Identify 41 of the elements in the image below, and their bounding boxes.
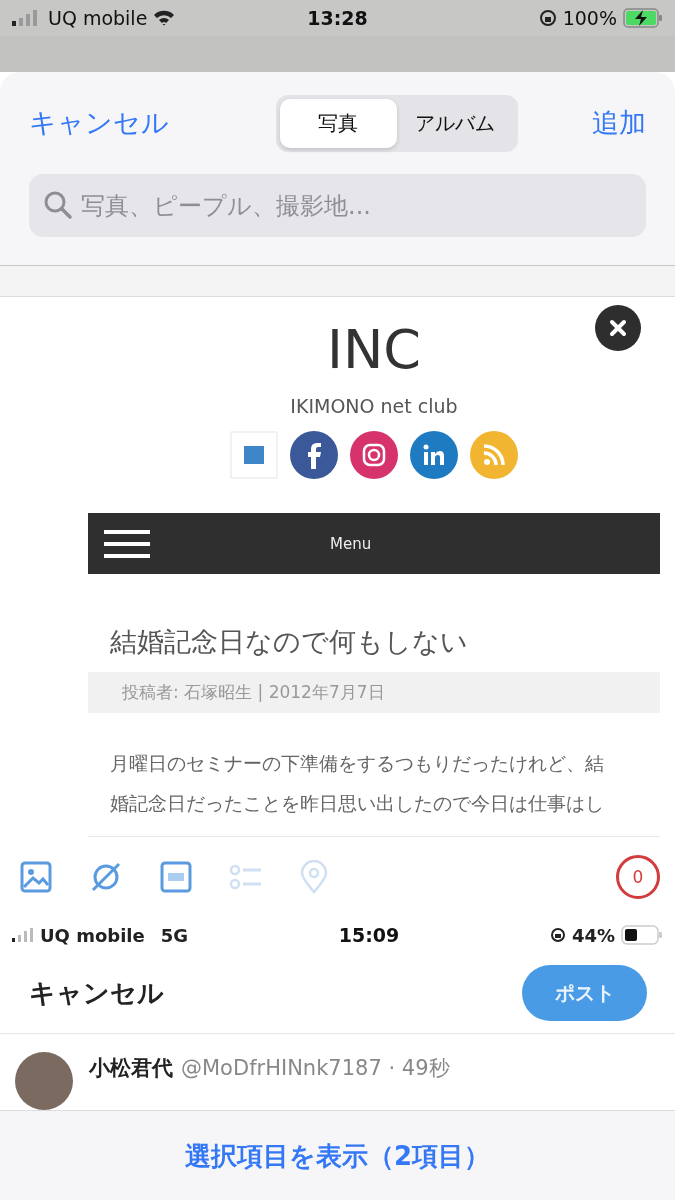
image-icon[interactable]	[20, 861, 52, 893]
signal-icon	[12, 928, 34, 942]
menu-icon	[104, 529, 150, 558]
menu-label: Menu	[330, 534, 372, 553]
avatar	[15, 1052, 73, 1110]
rss-icon[interactable]	[470, 431, 518, 479]
battery-charging-icon	[623, 8, 663, 28]
close-icon	[595, 305, 641, 351]
facebook-icon[interactable]	[290, 431, 338, 479]
site-title: INC	[327, 317, 421, 383]
battery-percent: 100%	[562, 7, 617, 29]
slashed-circle-icon[interactable]	[89, 860, 123, 894]
add-button[interactable]: 追加	[592, 105, 646, 141]
carrier-name: UQ mobile	[40, 924, 145, 946]
linkedin-icon[interactable]	[410, 431, 458, 479]
post-title: 結婚記念日なので何もしない	[110, 625, 468, 659]
user-name: 小松君代	[89, 1055, 173, 1082]
carrier-name: UQ mobile	[48, 7, 148, 29]
battery-percent: 44%	[571, 924, 615, 946]
character-counter: 0	[616, 855, 660, 899]
rotation-lock-icon	[549, 927, 566, 943]
show-selected-button[interactable]: 選択項目を表示（2項目）	[184, 1138, 491, 1174]
site-subtitle: IKIMONO net club	[290, 395, 458, 417]
segment-tab[interactable]: 写真	[279, 98, 397, 148]
user-handle: @MoDfrHINnk7187 · 49秒	[181, 1055, 450, 1082]
post-text-line: 婚記念日だったことを昨日思い出したので今日は仕事はし	[110, 791, 604, 816]
menu-bar[interactable]: Menu	[88, 513, 660, 574]
post-text-line: 月曜日のセミナーの下準備をするつもりだったけれど、結	[110, 751, 604, 776]
instagram-icon[interactable]	[350, 431, 398, 479]
clock-time: 13:28	[307, 7, 368, 29]
clock-time: 15:09	[338, 924, 400, 946]
search-field[interactable]: 写真、ピープル、撮影地...	[29, 174, 646, 237]
post-meta: 投稿者: 石塚昭生 | 2012年7月7日	[122, 681, 385, 704]
battery-icon	[621, 925, 663, 945]
image-placeholder-icon	[230, 431, 278, 479]
cancel-button[interactable]: キャンセル	[29, 975, 164, 1011]
segment-tab[interactable]: アルバム	[396, 98, 514, 148]
cancel-button[interactable]: キャンセル	[29, 105, 169, 141]
network-type: 5G	[160, 924, 189, 946]
rotation-lock-icon	[538, 9, 557, 27]
wifi-icon	[153, 10, 176, 26]
